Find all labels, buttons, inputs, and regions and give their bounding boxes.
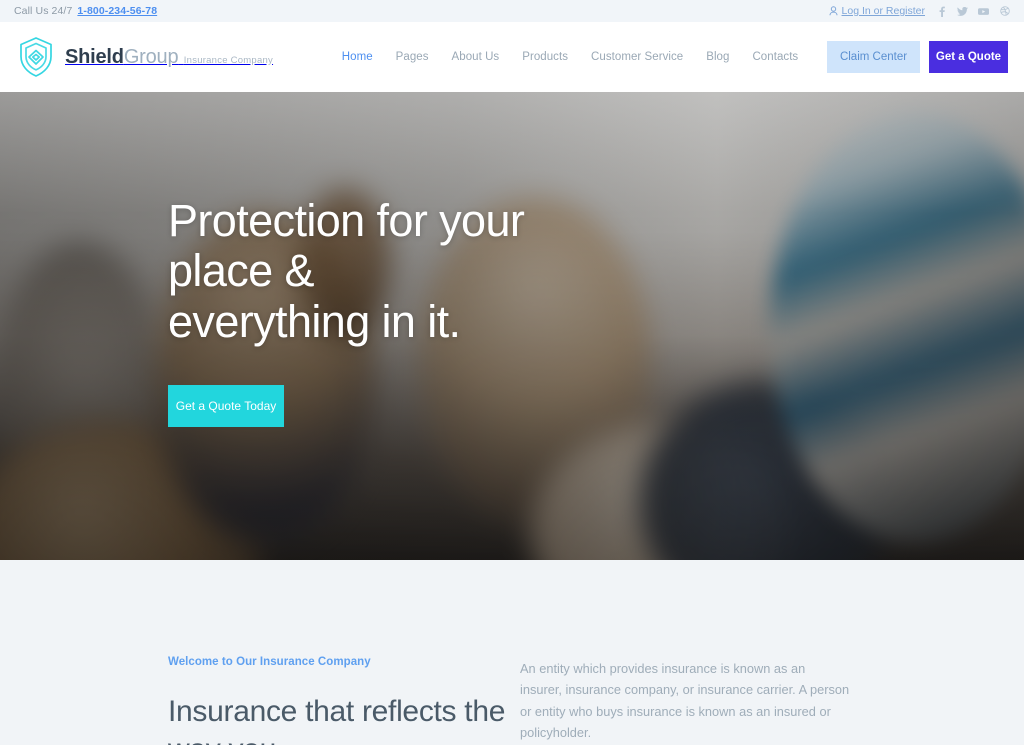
twitter-icon[interactable] bbox=[957, 6, 968, 17]
nav-item-contacts[interactable]: Contacts bbox=[752, 51, 798, 63]
main-navigation: Home Pages About Us Products Customer Se… bbox=[313, 51, 827, 63]
top-utility-bar: Call Us 24/7 1-800-234-56-78 Log In or R… bbox=[0, 0, 1024, 22]
login-register-link[interactable]: Log In or Register bbox=[829, 5, 925, 17]
logo-name: ShieldGroup bbox=[65, 46, 184, 68]
nav-item-products[interactable]: Products bbox=[522, 51, 568, 63]
logo-tagline: Insurance Company bbox=[183, 54, 274, 66]
nav-item-pages[interactable]: Pages bbox=[396, 51, 429, 63]
welcome-right-column: An entity which provides insurance is kn… bbox=[520, 656, 856, 745]
welcome-left-column: Welcome to Our Insurance Company Insuran… bbox=[168, 656, 520, 745]
hero-carousel: Protection for your place & everything i… bbox=[0, 92, 1024, 560]
welcome-paragraph: An entity which provides insurance is kn… bbox=[520, 661, 850, 741]
youtube-icon[interactable] bbox=[978, 6, 989, 17]
login-register-label: Log In or Register bbox=[841, 5, 925, 17]
header-actions: Claim Center Get a Quote bbox=[827, 41, 1008, 73]
facebook-icon[interactable] bbox=[936, 6, 947, 17]
topbar-contact: Call Us 24/7 1-800-234-56-78 bbox=[14, 5, 157, 17]
welcome-section: Welcome to Our Insurance Company Insuran… bbox=[0, 560, 1024, 745]
topbar-right-group: Log In or Register bbox=[829, 5, 1010, 17]
logo-name-bold: Shield bbox=[65, 45, 124, 68]
shield-logo-icon bbox=[16, 35, 56, 79]
user-icon bbox=[829, 6, 838, 16]
dribbble-icon[interactable] bbox=[999, 6, 1010, 17]
hero-title-line-1: Protection for your bbox=[168, 195, 525, 246]
hero-title-line-2: place & bbox=[168, 245, 315, 297]
phone-link[interactable]: 1-800-234-56-78 bbox=[77, 5, 157, 17]
nav-item-home[interactable]: Home bbox=[342, 51, 373, 63]
site-header: ShieldGroup Insurance Company Home Pages… bbox=[0, 22, 1024, 92]
claim-center-button[interactable]: Claim Center bbox=[827, 41, 920, 73]
hero-title: Protection for your place & everything i… bbox=[168, 195, 525, 347]
nav-item-about-us[interactable]: About Us bbox=[452, 51, 500, 63]
welcome-eyebrow: Welcome to Our Insurance Company bbox=[168, 656, 371, 668]
nav-item-customer-service[interactable]: Customer Service bbox=[591, 51, 683, 63]
nav-item-blog[interactable]: Blog bbox=[706, 51, 729, 63]
logo-link[interactable]: ShieldGroup Insurance Company bbox=[16, 35, 273, 79]
call-us-label: Call Us 24/7 bbox=[14, 5, 73, 17]
get-a-quote-button[interactable]: Get a Quote bbox=[929, 41, 1008, 73]
welcome-heading: Insurance that reflects the way you bbox=[168, 695, 506, 745]
logo-text: ShieldGroup Insurance Company bbox=[65, 46, 274, 68]
hero-content: Protection for your place & everything i… bbox=[168, 195, 525, 428]
social-links bbox=[936, 6, 1010, 17]
hero-title-line-3: everything in it. bbox=[168, 295, 461, 347]
hero-get-a-quote-today-button[interactable]: Get a Quote Today bbox=[168, 385, 284, 428]
logo-name-light: Group bbox=[123, 45, 179, 68]
